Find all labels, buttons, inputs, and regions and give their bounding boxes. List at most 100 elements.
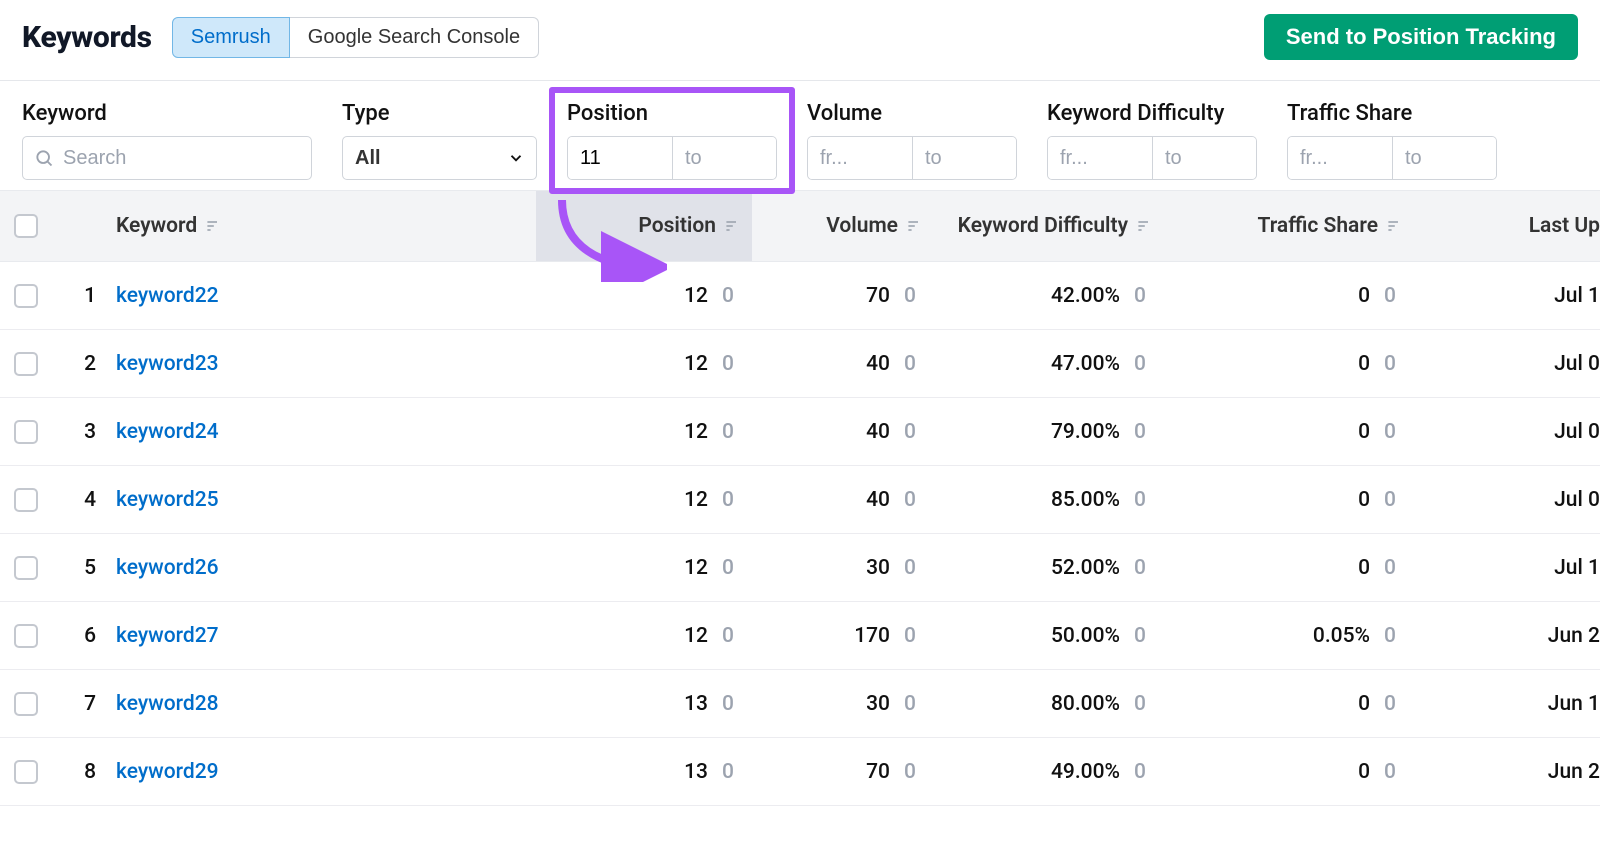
keyword-link[interactable]: keyword28 (116, 692, 219, 716)
search-icon (34, 148, 54, 168)
volume-to-input[interactable] (912, 137, 1016, 179)
volume-delta: 0 (904, 352, 922, 376)
volume-value: 40 (866, 420, 890, 444)
row-index: 7 (84, 692, 96, 716)
row-index: 5 (84, 556, 96, 580)
last-updated-date: Jul 0 (1554, 420, 1600, 444)
keyword-link[interactable]: keyword22 (116, 284, 219, 308)
volume-delta: 0 (904, 692, 922, 716)
col-volume[interactable]: Volume (752, 191, 934, 261)
filter-type: Type All (342, 101, 537, 180)
position-value: 12 (684, 284, 708, 308)
filter-ts-label: Traffic Share (1287, 101, 1497, 126)
kd-delta: 0 (1134, 352, 1152, 376)
page-title: Keywords (22, 20, 152, 55)
keyword-link[interactable]: keyword25 (116, 488, 219, 512)
row-checkbox[interactable] (14, 488, 38, 512)
col-keyword-difficulty[interactable]: Keyword Difficulty (934, 191, 1164, 261)
position-from-input[interactable] (568, 137, 672, 179)
table-row: 7 keyword28 130 300 80.00%0 00 Jun 1 (0, 670, 1600, 738)
row-index: 6 (84, 624, 96, 648)
position-value: 13 (684, 760, 708, 784)
keyword-link[interactable]: keyword23 (116, 352, 219, 376)
row-index: 8 (84, 760, 96, 784)
filter-keyword: Keyword (22, 101, 312, 180)
row-checkbox[interactable] (14, 556, 38, 580)
kd-delta: 0 (1134, 692, 1152, 716)
row-checkbox[interactable] (14, 624, 38, 648)
kd-value: 49.00% (1051, 760, 1120, 784)
position-to-input[interactable] (672, 137, 776, 179)
sort-icon (906, 218, 922, 234)
type-select[interactable]: All (342, 136, 537, 180)
row-checkbox[interactable] (14, 352, 38, 376)
col-keyword[interactable]: Keyword (104, 191, 536, 261)
filter-position-label: Position (567, 101, 777, 126)
last-updated-date: Jun 2 (1548, 760, 1600, 784)
kd-value: 52.00% (1051, 556, 1120, 580)
kd-delta: 0 (1134, 624, 1152, 648)
ts-value: 0 (1358, 760, 1370, 784)
col-position[interactable]: Position (536, 191, 752, 261)
keyword-search-input[interactable] (22, 136, 312, 180)
tab-google-search-console[interactable]: Google Search Console (290, 17, 539, 58)
kd-value: 80.00% (1051, 692, 1120, 716)
ts-value: 0 (1358, 692, 1370, 716)
row-checkbox[interactable] (14, 284, 38, 308)
select-all-checkbox[interactable] (14, 214, 38, 238)
row-checkbox[interactable] (14, 420, 38, 444)
volume-value: 30 (866, 556, 890, 580)
tab-semrush[interactable]: Semrush (172, 17, 290, 58)
ts-delta: 0 (1384, 488, 1402, 512)
position-delta: 0 (722, 352, 740, 376)
table-header-row: Keyword Position Volume Keyword Difficul… (0, 190, 1600, 262)
volume-delta: 0 (904, 760, 922, 784)
keyword-link[interactable]: keyword29 (116, 760, 219, 784)
position-delta: 0 (722, 624, 740, 648)
filter-type-label: Type (342, 101, 537, 126)
col-last-updated[interactable]: Last Up (1414, 191, 1600, 261)
ts-to-input[interactable] (1392, 137, 1496, 179)
table-row: 4 keyword25 120 400 85.00%0 00 Jul 0 (0, 466, 1600, 534)
table-row: 2 keyword23 120 400 47.00%0 00 Jul 0 (0, 330, 1600, 398)
sort-icon (1386, 218, 1402, 234)
filter-keyword-label: Keyword (22, 101, 312, 126)
ts-value: 0 (1358, 420, 1370, 444)
send-to-position-tracking-button[interactable]: Send to Position Tracking (1264, 14, 1578, 60)
ts-from-input[interactable] (1288, 137, 1392, 179)
ts-value: 0 (1358, 556, 1370, 580)
keyword-link[interactable]: keyword27 (116, 624, 219, 648)
volume-value: 70 (866, 760, 890, 784)
row-index: 4 (84, 488, 96, 512)
filter-position: Position (567, 101, 777, 180)
ts-delta: 0 (1384, 760, 1402, 784)
volume-delta: 0 (904, 420, 922, 444)
kd-from-input[interactable] (1048, 137, 1152, 179)
filter-keyword-difficulty: Keyword Difficulty (1047, 101, 1257, 180)
kd-to-input[interactable] (1152, 137, 1256, 179)
col-traffic-share[interactable]: Traffic Share (1164, 191, 1414, 261)
position-value: 12 (684, 556, 708, 580)
row-index: 2 (84, 352, 96, 376)
volume-delta: 0 (904, 556, 922, 580)
kd-value: 50.00% (1051, 624, 1120, 648)
kd-delta: 0 (1134, 284, 1152, 308)
last-updated-date: Jun 2 (1548, 624, 1600, 648)
volume-from-input[interactable] (808, 137, 912, 179)
position-value: 12 (684, 352, 708, 376)
kd-value: 85.00% (1051, 488, 1120, 512)
kd-value: 42.00% (1051, 284, 1120, 308)
keyword-link[interactable]: keyword26 (116, 556, 219, 580)
kd-value: 47.00% (1051, 352, 1120, 376)
kd-delta: 0 (1134, 556, 1152, 580)
ts-delta: 0 (1384, 556, 1402, 580)
volume-value: 30 (866, 692, 890, 716)
position-delta: 0 (722, 488, 740, 512)
kd-delta: 0 (1134, 760, 1152, 784)
position-delta: 0 (722, 556, 740, 580)
keyword-link[interactable]: keyword24 (116, 420, 219, 444)
row-checkbox[interactable] (14, 760, 38, 784)
position-delta: 0 (722, 284, 740, 308)
row-checkbox[interactable] (14, 692, 38, 716)
filter-kd-label: Keyword Difficulty (1047, 101, 1257, 126)
